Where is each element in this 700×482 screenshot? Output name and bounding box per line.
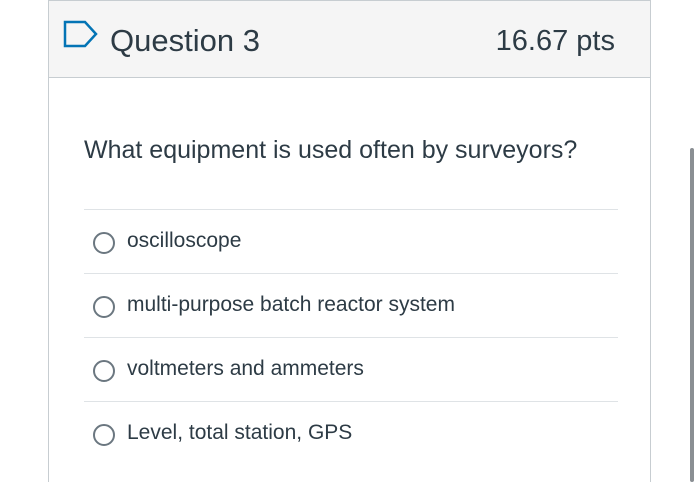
answer-option[interactable]: Level, total station, GPS (84, 401, 618, 465)
question-card: Question 3 16.67 pts What equipment is u… (48, 0, 651, 482)
answer-option[interactable]: oscilloscope (84, 209, 618, 273)
question-text: What equipment is used often by surveyor… (84, 136, 578, 164)
answer-label[interactable]: Level, total station, GPS (127, 415, 352, 451)
answer-label[interactable]: voltmeters and ammeters (127, 351, 364, 387)
question-points: 16.67 pts (495, 25, 615, 57)
scrollbar[interactable] (690, 148, 694, 482)
answer-option[interactable]: multi-purpose batch reactor system (84, 273, 618, 337)
answer-list: oscilloscope multi-purpose batch reactor… (84, 209, 618, 465)
flag-question-icon[interactable] (63, 20, 99, 48)
radio-button[interactable] (93, 360, 115, 382)
question-header: Question 3 16.67 pts (49, 0, 650, 78)
radio-button[interactable] (93, 232, 115, 254)
radio-button[interactable] (93, 296, 115, 318)
answer-label[interactable]: oscilloscope (127, 223, 241, 259)
answer-option[interactable]: voltmeters and ammeters (84, 337, 618, 401)
answer-label[interactable]: multi-purpose batch reactor system (127, 287, 455, 323)
radio-button[interactable] (93, 424, 115, 446)
question-title: Question 3 (110, 23, 260, 58)
